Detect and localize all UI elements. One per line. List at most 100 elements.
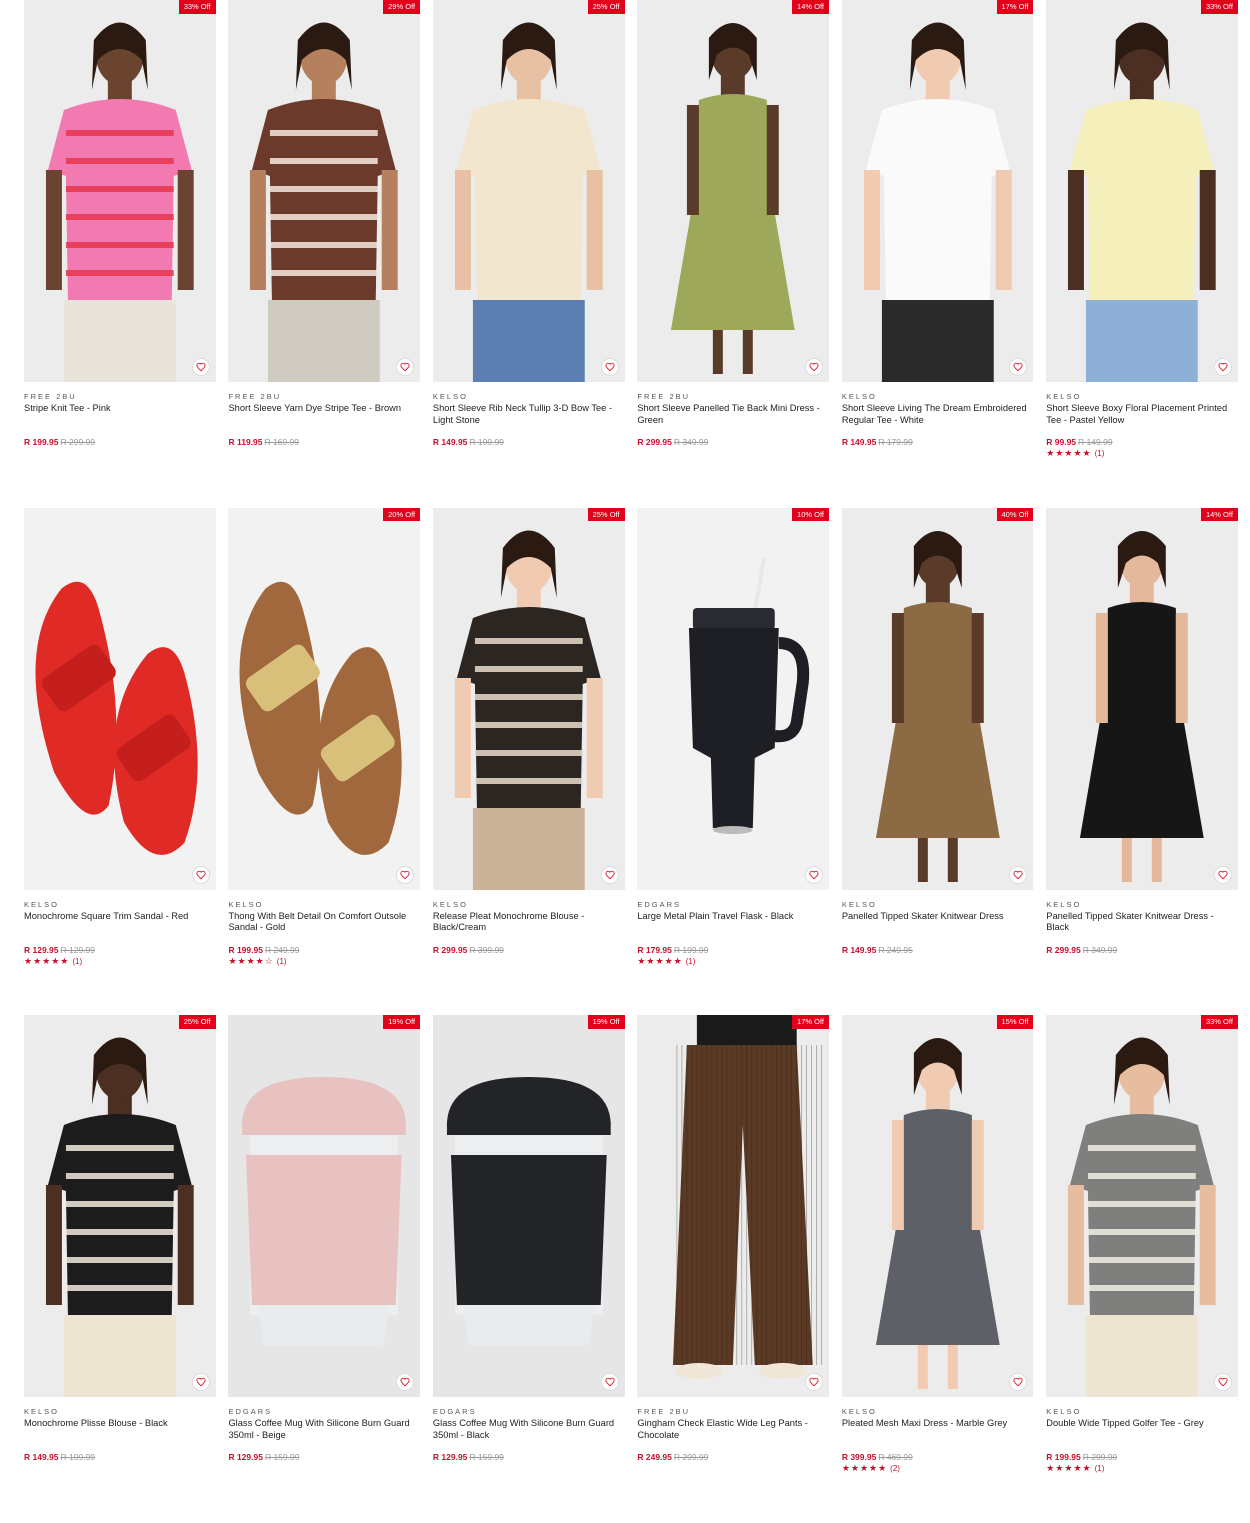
product-card[interactable]: 19% Off EDGARS Glass Coffee Mug With Silic… xyxy=(432,1015,625,1523)
product-image[interactable]: 25% Off xyxy=(432,0,625,382)
product-image[interactable]: 19% Off xyxy=(228,1015,421,1397)
product-name[interactable]: Panelled Tipped Skater Knitwear Dress xyxy=(842,911,1034,934)
wishlist-button[interactable] xyxy=(191,865,210,884)
product-card[interactable]: 17% Off FREE 2BU Gingham Check Elastic Wid… xyxy=(637,1015,830,1523)
product-name[interactable]: Glass Coffee Mug With Silicone Burn Guar… xyxy=(433,1418,625,1441)
product-name[interactable]: Monochrome Plisse Blouse - Black xyxy=(24,1418,216,1441)
product-price: R 199.95 xyxy=(1046,1452,1081,1462)
product-card[interactable]: 14% Off FREE 2BU Short Sleeve Panelled Tie… xyxy=(637,0,830,508)
product-brand: EDGARS xyxy=(637,899,682,909)
product-image[interactable]: 17% Off xyxy=(637,1015,830,1397)
product-name[interactable]: Stripe Knit Tee - Pink xyxy=(24,403,216,426)
product-prices: R 129.95 R 159.99 xyxy=(228,1452,420,1463)
product-price: R 149.95 xyxy=(841,437,877,447)
product-image[interactable]: 17% Off xyxy=(841,0,1034,382)
wishlist-button[interactable] xyxy=(396,358,415,376)
product-card[interactable]: 15% Off KELSO Pleated Mesh Maxi Dress - Ma… xyxy=(841,1015,1034,1523)
product-info: KELSO Panelled Tipped Skater Knitwear Dre… xyxy=(1046,890,1238,956)
product-name[interactable]: Release Pleat Monochrome Blouse - Black/… xyxy=(433,911,625,934)
wishlist-button[interactable] xyxy=(600,358,619,376)
product-name[interactable]: Large Metal Plain Travel Flask - Black xyxy=(637,911,829,934)
product-name[interactable]: Pleated Mesh Maxi Dress - Marble Grey xyxy=(842,1418,1034,1441)
product-grid: 33% Off FREE 2BU Stripe Knit Tee - Pink R 1… xyxy=(24,0,1238,1523)
product-rating: ★★★★☆ (1) xyxy=(228,956,420,967)
product-card[interactable]: 33% Off KELSO Short Sleeve Boxy Floral Pla… xyxy=(1046,0,1238,508)
wishlist-button[interactable] xyxy=(805,358,824,376)
product-image[interactable]: 15% Off xyxy=(841,1015,1034,1397)
product-name[interactable]: Double Wide Tipped Golfer Tee - Grey xyxy=(1046,1418,1238,1441)
heart-icon xyxy=(196,1377,206,1387)
product-info: FREE 2BU Stripe Knit Tee - Pink R 199.95 R … xyxy=(24,382,216,448)
wishlist-button[interactable] xyxy=(805,865,824,884)
product-prices: R 299.95 R 399.99 xyxy=(433,945,625,956)
product-image[interactable]: 10% Off xyxy=(637,507,830,890)
product-name[interactable]: Short Sleeve Panelled Tie Back Mini Dres… xyxy=(637,403,829,426)
product-brand: KELSO xyxy=(1046,899,1082,909)
wishlist-button[interactable] xyxy=(396,1373,415,1391)
product-image[interactable]: 14% Off xyxy=(637,0,830,382)
product-card[interactable]: 10% Off EDGARS Large Metal Plain Travel Fl… xyxy=(637,507,830,1016)
product-card[interactable]: 29% Off FREE 2BU Short Sleeve Yarn Dye Str… xyxy=(228,0,421,508)
product-photo xyxy=(1068,1037,1216,1397)
product-prices: R 199.95 R 299.99 xyxy=(24,437,216,448)
product-image[interactable] xyxy=(24,507,216,890)
product-card[interactable]: KELSO Monochrome Square Trim Sandal - Red… xyxy=(24,507,216,1016)
product-image[interactable]: 25% Off xyxy=(24,1015,216,1397)
product-image[interactable]: 19% Off xyxy=(432,1015,625,1397)
product-prices: R 149.95 R 199.99 xyxy=(433,437,625,448)
wishlist-button[interactable] xyxy=(1009,865,1028,884)
product-card[interactable]: 17% Off KELSO Short Sleeve Living The Drea… xyxy=(841,0,1034,508)
product-prices: R 149.95 R 249.95 xyxy=(842,945,1034,956)
product-card[interactable]: 33% Off KELSO Double Wide Tipped Golfer Te… xyxy=(1046,1015,1238,1523)
wishlist-button[interactable] xyxy=(600,865,619,884)
product-card[interactable]: 25% Off KELSO Release Pleat Monochrome Blo… xyxy=(432,507,625,1016)
wishlist-button[interactable] xyxy=(191,358,210,376)
product-name[interactable]: Gingham Check Elastic Wide Leg Pants - C… xyxy=(637,1418,829,1441)
product-name[interactable]: Panelled Tipped Skater Knitwear Dress - … xyxy=(1046,911,1238,934)
product-name[interactable]: Short Sleeve Rib Neck Tullip 3-D Bow Tee… xyxy=(433,403,625,426)
wishlist-button[interactable] xyxy=(600,1373,619,1391)
product-info: FREE 2BU Short Sleeve Yarn Dye Stripe Tee… xyxy=(228,382,420,448)
product-was-price: R 249.99 xyxy=(264,944,300,955)
discount-badge: 19% Off xyxy=(383,1015,421,1029)
product-image[interactable]: 25% Off xyxy=(432,507,625,890)
product-prices: R 249.95 R 299.99 xyxy=(637,1452,829,1463)
discount-badge: 25% Off xyxy=(587,0,625,14)
product-brand: EDGARS xyxy=(432,1407,477,1416)
product-brand: KELSO xyxy=(841,899,877,909)
wishlist-button[interactable] xyxy=(191,1373,210,1391)
wishlist-button[interactable] xyxy=(396,865,415,884)
product-card[interactable]: 25% Off KELSO Short Sleeve Rib Neck Tullip… xyxy=(432,0,625,508)
wishlist-button[interactable] xyxy=(1213,1373,1232,1391)
product-image[interactable]: 33% Off xyxy=(24,0,216,382)
product-card[interactable]: 14% Off KELSO Panelled Tipped Skater Knitw… xyxy=(1046,507,1238,1016)
product-name[interactable]: Thong With Belt Detail On Comfort Outsol… xyxy=(228,911,420,934)
product-card[interactable]: 33% Off FREE 2BU Stripe Knit Tee - Pink R 1… xyxy=(24,0,216,508)
product-info: KELSO Thong With Belt Detail On Comfort O… xyxy=(228,890,420,967)
product-image[interactable]: 29% Off xyxy=(228,0,421,382)
product-card[interactable]: 25% Off KELSO Monochrome Plisse Blouse - B… xyxy=(24,1015,216,1523)
wishlist-button[interactable] xyxy=(1213,358,1232,376)
product-card[interactable]: 19% Off EDGARS Glass Coffee Mug With Silic… xyxy=(228,1015,421,1523)
product-image[interactable]: 33% Off xyxy=(1046,1015,1238,1397)
wishlist-button[interactable] xyxy=(1213,865,1232,884)
product-name[interactable]: Monochrome Square Trim Sandal - Red xyxy=(24,911,216,934)
product-rating: ★★★★★ (1) xyxy=(637,956,829,967)
product-info: KELSO Short Sleeve Living The Dream Embro… xyxy=(842,382,1034,448)
product-card[interactable]: 20% Off KELSO Thong With Belt Detail On Co… xyxy=(228,507,421,1016)
product-image[interactable]: 33% Off xyxy=(1046,0,1238,382)
product-image[interactable]: 40% Off xyxy=(841,507,1034,890)
rating-count: (1) xyxy=(276,956,287,966)
product-name[interactable]: Short Sleeve Boxy Floral Placement Print… xyxy=(1046,403,1238,426)
heart-icon xyxy=(1218,362,1228,372)
rating-count: (1) xyxy=(1094,1464,1105,1473)
product-image[interactable]: 20% Off xyxy=(228,507,421,890)
product-name[interactable]: Glass Coffee Mug With Silicone Burn Guar… xyxy=(228,1418,420,1441)
wishlist-button[interactable] xyxy=(805,1373,824,1391)
product-name[interactable]: Short Sleeve Living The Dream Embroidere… xyxy=(842,403,1034,426)
product-card[interactable]: 40% Off KELSO Panelled Tipped Skater Knitw… xyxy=(841,507,1034,1016)
product-price: R 299.95 xyxy=(1046,944,1081,955)
product-name[interactable]: Short Sleeve Yarn Dye Stripe Tee - Brown xyxy=(228,403,420,426)
product-image[interactable]: 14% Off xyxy=(1046,507,1238,890)
product-was-price: R 129.99 xyxy=(60,944,96,955)
